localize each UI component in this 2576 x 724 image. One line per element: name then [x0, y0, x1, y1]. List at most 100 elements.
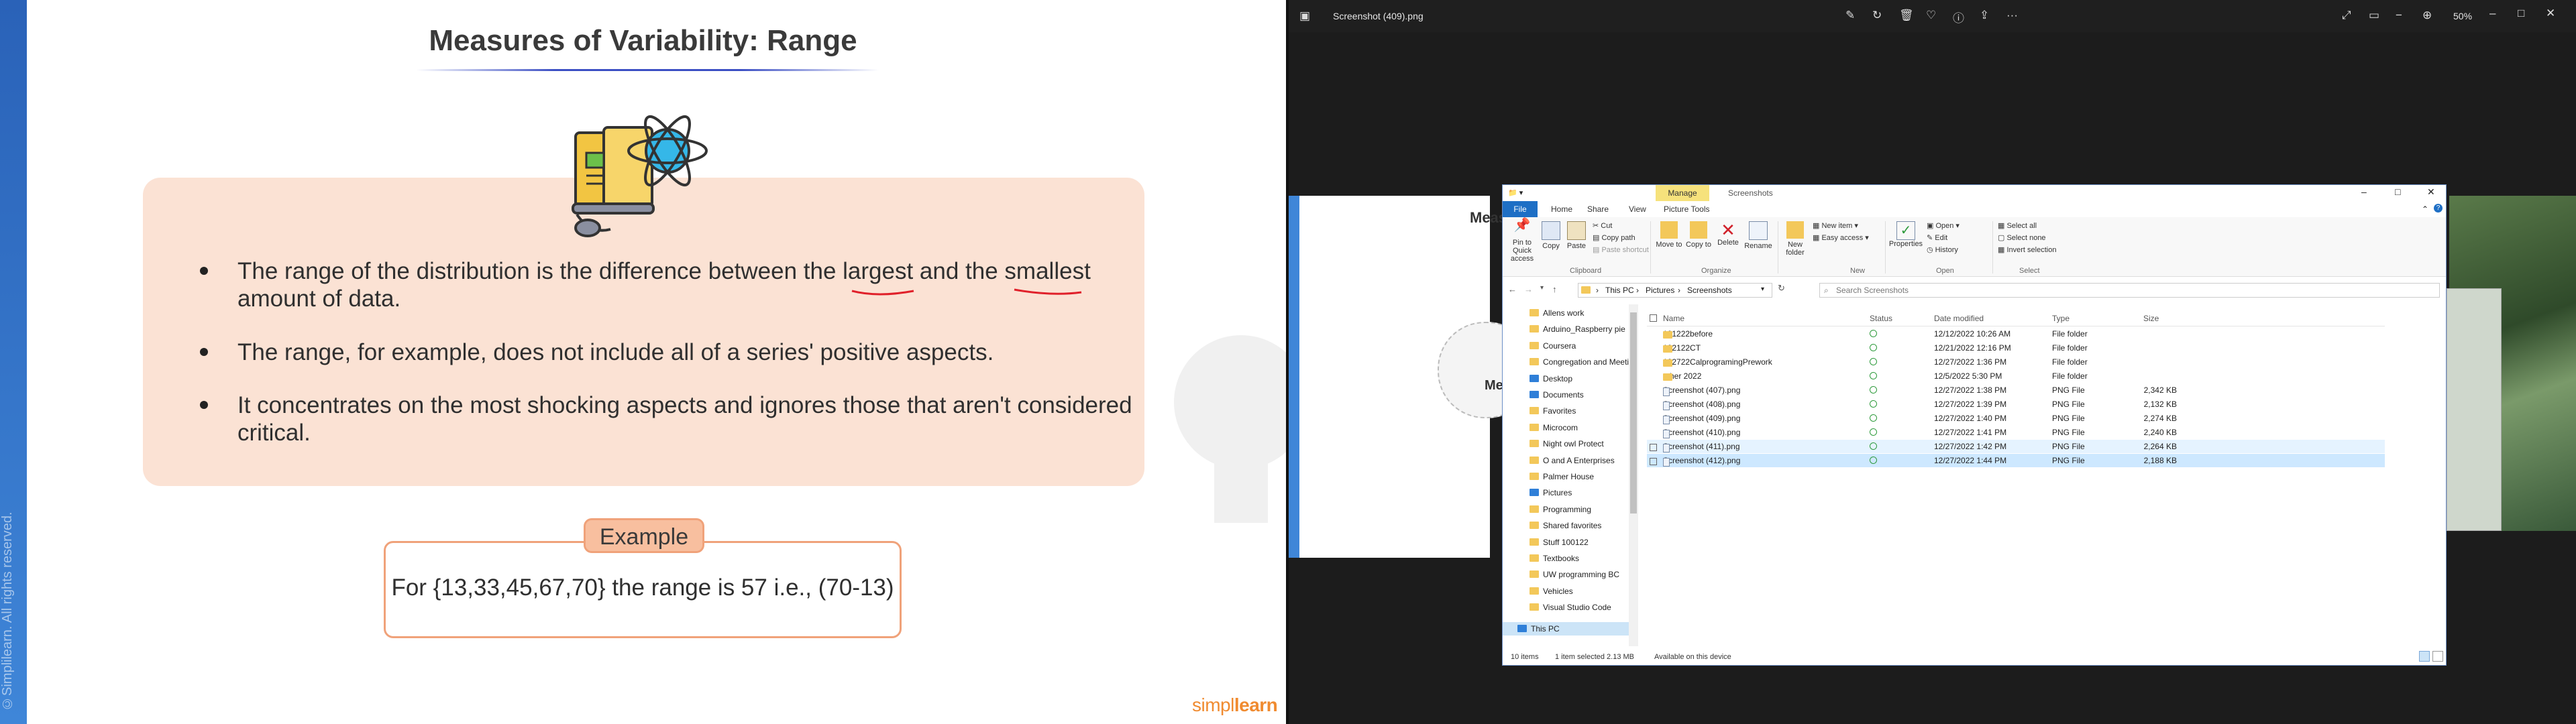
address-dropdown-icon[interactable]: ▾ [1761, 286, 1764, 293]
breadcrumb-this-pc[interactable]: This PC [1605, 286, 1634, 295]
search-input[interactable]: ⌕ Search Screenshots [1819, 283, 2440, 298]
search-placeholder: Search Screenshots [1836, 286, 1909, 295]
file-row[interactable]: Screenshot (407).png 12/27/2022 1:38 PM PN… [1647, 383, 2385, 397]
tab-picture-tools[interactable]: Picture Tools [1664, 204, 1709, 214]
pin-quick-access-button[interactable]: 📌 Pin to Quick access [1507, 219, 1538, 263]
close-icon[interactable]: ✕ [2427, 186, 2435, 198]
more-icon[interactable]: ··· [2006, 9, 2018, 22]
tab-home[interactable]: Home [1551, 204, 1572, 214]
nav-item[interactable]: Programming [1529, 505, 1591, 514]
nav-item[interactable]: Visual Studio Code [1529, 603, 1611, 612]
quick-access-toolbar-icon[interactable]: 📁 ▾ [1508, 188, 1523, 197]
sync-status-icon [1870, 414, 1877, 422]
help-icon[interactable]: ? [2434, 204, 2443, 213]
select-none-button[interactable]: ▢ Select none [1998, 233, 2046, 242]
nav-item[interactable]: Allens work [1529, 308, 1584, 318]
nav-item[interactable]: Congregation and Meetin [1529, 357, 1633, 367]
share-icon[interactable]: ⇪ [1980, 9, 1989, 22]
zoom-in-icon[interactable]: ⊕ [2422, 9, 2432, 22]
nav-item[interactable]: UW programming BC [1529, 570, 1619, 579]
large-icons-view-icon[interactable] [2432, 651, 2443, 662]
minimize-icon[interactable]: – [2489, 7, 2496, 20]
delete-button[interactable]: ✕ Delete [1713, 221, 1743, 247]
invert-selection-button[interactable]: ▦ Invert selection [1998, 245, 2056, 254]
copy-path-button[interactable]: ▤ Copy path [1593, 233, 1635, 242]
nav-item[interactable]: Textbooks [1529, 554, 1579, 563]
file-row[interactable]: 121222before 12/12/2022 10:26 AM File fold… [1647, 327, 2385, 341]
nav-scrollbar-thumb[interactable] [1630, 312, 1637, 514]
nav-item[interactable]: Vehicles [1529, 587, 1573, 596]
close-icon[interactable]: ✕ [2546, 7, 2555, 20]
recent-icon[interactable]: ▾ [1540, 284, 1544, 292]
minimize-icon[interactable]: – [2361, 186, 2367, 197]
file-row[interactable]: 122122CT 12/21/2022 12:16 PM File folder [1647, 341, 2385, 355]
paste-shortcut-button[interactable]: ▤ Paste shortcut [1593, 245, 1649, 254]
file-row[interactable]: Screenshot (410).png 12/27/2022 1:41 PM PN… [1647, 426, 2385, 439]
paste-button[interactable]: Paste [1564, 221, 1589, 250]
file-row[interactable]: 122722CalprogramingPrework 12/27/2022 1:3… [1647, 355, 2385, 369]
breadcrumb-pictures[interactable]: Pictures [1646, 286, 1674, 295]
breadcrumb-screenshots[interactable]: Screenshots [1687, 286, 1732, 295]
select-all-button[interactable]: ▦ Select all [1998, 221, 2037, 230]
info-icon[interactable]: ⓘ [1953, 9, 1964, 25]
column-date-modified[interactable]: Date modified [1934, 314, 1984, 323]
nav-item[interactable]: Favorites [1529, 406, 1576, 416]
file-row[interactable]: Screenshot (412).png 12/27/2022 1:44 PM PN… [1647, 454, 2385, 467]
ribbon-collapse-icon[interactable]: ⌃ [2422, 204, 2428, 214]
column-status[interactable]: Status [1870, 314, 1892, 323]
move-to-button[interactable]: Move to [1654, 221, 1684, 249]
rename-button[interactable]: Rename [1743, 221, 1774, 250]
column-name[interactable]: Name [1663, 314, 1684, 323]
properties-button[interactable]: ✓ Properties [1888, 221, 1924, 248]
tab-file[interactable]: File [1503, 201, 1538, 217]
address-bar[interactable]: › This PC › Pictures › Screenshots ▾ [1578, 283, 1772, 298]
file-row[interactable]: Screenshot (409).png 12/27/2022 1:40 PM PN… [1647, 412, 2385, 425]
back-icon[interactable]: ← [1508, 284, 1517, 294]
edit-button[interactable]: ✎ Edit [1927, 233, 1947, 242]
rotate-icon[interactable]: ↻ [1872, 9, 1882, 22]
copy-to-button[interactable]: Copy to [1684, 221, 1713, 249]
file-row[interactable]: Screenshot (411).png 12/27/2022 1:42 PM PN… [1647, 440, 2385, 453]
delete-icon[interactable]: 🗑 [1899, 9, 1914, 22]
history-button[interactable]: ◷ History [1927, 245, 1958, 254]
nav-item[interactable]: O and A Enterprises [1529, 456, 1615, 465]
select-all-checkbox[interactable] [1650, 314, 1657, 322]
column-size[interactable]: Size [2143, 314, 2159, 323]
nav-item[interactable]: Night owl Protect [1529, 439, 1604, 448]
nav-item[interactable]: Documents [1529, 390, 1584, 400]
slideshow-icon[interactable]: ▭ [2369, 9, 2379, 22]
file-row[interactable]: other 2022 12/5/2022 5:30 PM File folder [1647, 369, 2385, 383]
manage-context-tab[interactable]: Manage [1656, 185, 1709, 201]
nav-item[interactable]: Desktop [1529, 374, 1572, 383]
file-row[interactable]: Screenshot (408).png 12/27/2022 1:39 PM PN… [1647, 398, 2385, 411]
new-group-label: New [1850, 267, 1866, 275]
maximize-icon[interactable]: □ [2395, 186, 2400, 197]
easy-access-button[interactable]: ▦ Easy access ▾ [1813, 233, 1869, 242]
cut-button[interactable]: ✂ Cut [1593, 221, 1612, 230]
new-item-button[interactable]: ▦ New item ▾ [1813, 221, 1858, 230]
forward-icon[interactable]: → [1524, 284, 1533, 294]
nav-item[interactable]: Coursera [1529, 341, 1576, 351]
edit-icon[interactable]: ✎ [1845, 9, 1855, 22]
refresh-icon[interactable]: ↻ [1778, 283, 1785, 294]
nav-item[interactable]: Shared favorites [1529, 521, 1601, 530]
zoom-out-icon[interactable]: − [2396, 9, 2402, 22]
copy-button[interactable]: Copy [1539, 221, 1563, 250]
nav-item[interactable]: Microcom [1529, 423, 1578, 432]
nav-item[interactable]: Palmer House [1529, 472, 1594, 481]
up-icon[interactable]: ↑ [1552, 284, 1557, 294]
details-view-icon[interactable] [2419, 651, 2430, 662]
nav-item[interactable]: Arduino_Raspberry pie [1529, 324, 1625, 334]
gallery-icon[interactable]: ▣ [1299, 9, 1310, 23]
nav-item[interactable]: Stuff 100122 [1529, 538, 1589, 547]
tab-view[interactable]: View [1629, 204, 1646, 214]
fullscreen-icon[interactable]: ⤢ [2342, 9, 2351, 22]
nav-item[interactable]: Pictures [1529, 488, 1572, 497]
open-button[interactable]: ▣ Open ▾ [1927, 221, 1960, 230]
column-type[interactable]: Type [2052, 314, 2070, 323]
new-folder-button[interactable]: New folder [1780, 221, 1810, 257]
favorite-icon[interactable]: ♡ [1926, 9, 1936, 22]
tab-share[interactable]: Share [1587, 204, 1609, 214]
maximize-icon[interactable]: □ [2518, 7, 2524, 20]
nav-item[interactable]: This PC [1503, 621, 1629, 636]
